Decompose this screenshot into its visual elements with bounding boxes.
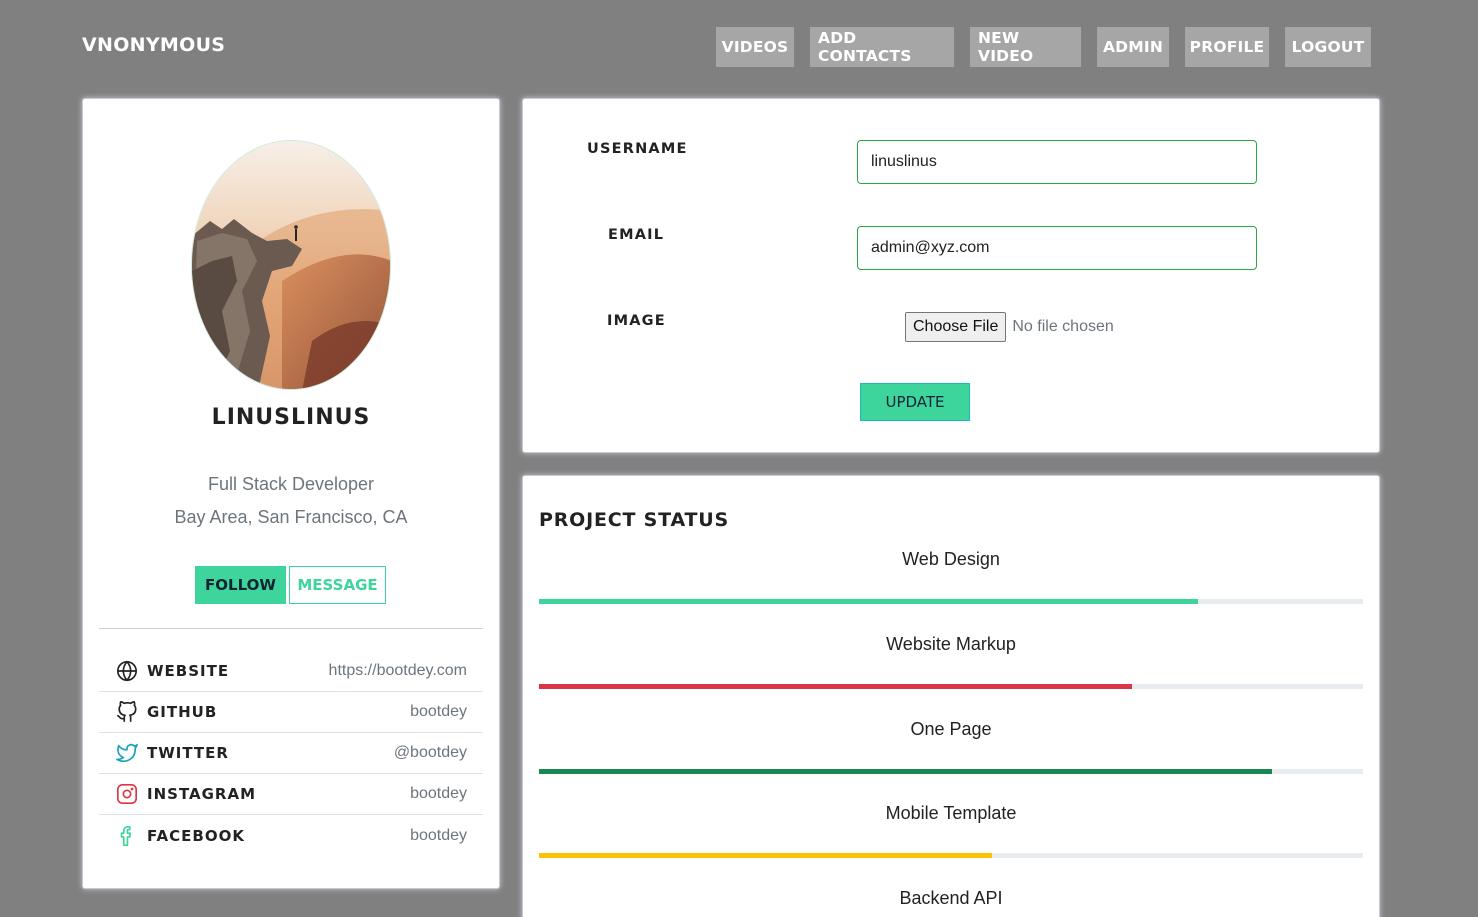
project-name: Web Design — [902, 549, 1000, 569]
username-field[interactable] — [857, 140, 1257, 184]
project-item: Website Markup — [539, 634, 1363, 689]
project-name: Mobile Template — [885, 803, 1017, 823]
project-item: Web Design — [539, 549, 1363, 604]
progress-fill — [539, 599, 1199, 604]
follow-button[interactable]: FOLLOW — [195, 566, 286, 604]
nav-admin-button[interactable]: ADMIN — [1097, 27, 1169, 67]
progress-bar — [539, 769, 1363, 774]
username-label: USERNAME — [587, 141, 688, 157]
top-nav: VIDEOS ADD CONTACTS NEW VIDEO ADMIN PROF… — [716, 27, 1371, 67]
profile-form-card: USERNAME EMAIL IMAGE Choose File No file… — [522, 98, 1380, 453]
social-label: GITHUB — [147, 703, 218, 721]
project-name: One Page — [910, 719, 992, 739]
nav-add-contacts-button[interactable]: ADD CONTACTS — [810, 27, 954, 67]
email-label: EMAIL — [608, 227, 665, 243]
nav-new-video-button[interactable]: NEW VIDEO — [970, 27, 1081, 67]
project-name: Backend API — [899, 888, 1003, 908]
image-file-input: Choose File No file chosen — [905, 312, 1114, 342]
social-links-list: WEBSITE https://bootdey.com GITHUB bootd… — [99, 651, 483, 856]
social-label: INSTAGRAM — [147, 785, 257, 803]
progress-bar — [539, 853, 1363, 858]
social-item-facebook[interactable]: FACEBOOK bootdey — [99, 815, 483, 856]
avatar-image — [192, 141, 390, 389]
profile-role: Full Stack Developer — [207, 474, 375, 494]
social-value[interactable]: bootdey — [410, 703, 467, 721]
social-label: WEBSITE — [147, 662, 230, 680]
social-item-twitter[interactable]: TWITTER @bootdey — [99, 733, 483, 774]
project-item: Backend API — [539, 888, 1363, 909]
progress-fill — [539, 769, 1273, 774]
social-value[interactable]: https://bootdey.com — [329, 662, 467, 680]
facebook-icon — [115, 824, 139, 848]
brand-logo[interactable]: VNONYMOUS — [82, 34, 225, 56]
email-field[interactable] — [857, 226, 1257, 270]
avatar — [191, 140, 391, 390]
progress-fill — [539, 684, 1133, 689]
github-icon — [115, 700, 139, 724]
social-item-github[interactable]: GITHUB bootdey — [99, 692, 483, 733]
profile-location: Bay Area, San Francisco, CA — [174, 507, 408, 527]
social-label: FACEBOOK — [147, 826, 245, 845]
social-value[interactable]: @bootdey — [394, 744, 467, 762]
project-item: One Page — [539, 719, 1363, 774]
social-label: TWITTER — [147, 744, 229, 762]
profile-name: LINUSLINUS — [211, 405, 371, 430]
globe-icon — [115, 659, 139, 683]
nav-logout-button[interactable]: LOGOUT — [1285, 27, 1371, 67]
project-status-card: PROJECT STATUS Web Design Website Markup… — [522, 475, 1380, 917]
progress-fill — [539, 853, 993, 858]
update-button[interactable]: UPDATE — [860, 383, 970, 421]
twitter-icon — [115, 741, 139, 765]
file-status-text: No file chosen — [1012, 318, 1114, 335]
social-value[interactable]: bootdey — [410, 827, 467, 845]
project-item: Mobile Template — [539, 803, 1363, 858]
nav-profile-button[interactable]: PROFILE — [1185, 27, 1269, 67]
progress-bar — [539, 684, 1363, 689]
progress-bar — [539, 599, 1363, 604]
divider — [99, 628, 483, 629]
message-button[interactable]: MESSAGE — [289, 566, 386, 604]
project-name: Website Markup — [886, 634, 1016, 654]
social-item-instagram[interactable]: INSTAGRAM bootdey — [99, 774, 483, 815]
image-label: IMAGE — [607, 313, 666, 329]
nav-videos-button[interactable]: VIDEOS — [716, 27, 794, 67]
profile-card: LINUSLINUS Full Stack Developer Bay Area… — [82, 98, 500, 889]
social-item-website[interactable]: WEBSITE https://bootdey.com — [99, 651, 483, 692]
instagram-icon — [115, 782, 139, 806]
project-status-title: PROJECT STATUS — [539, 509, 729, 531]
choose-file-button[interactable]: Choose File — [905, 312, 1007, 342]
social-value[interactable]: bootdey — [410, 785, 467, 803]
